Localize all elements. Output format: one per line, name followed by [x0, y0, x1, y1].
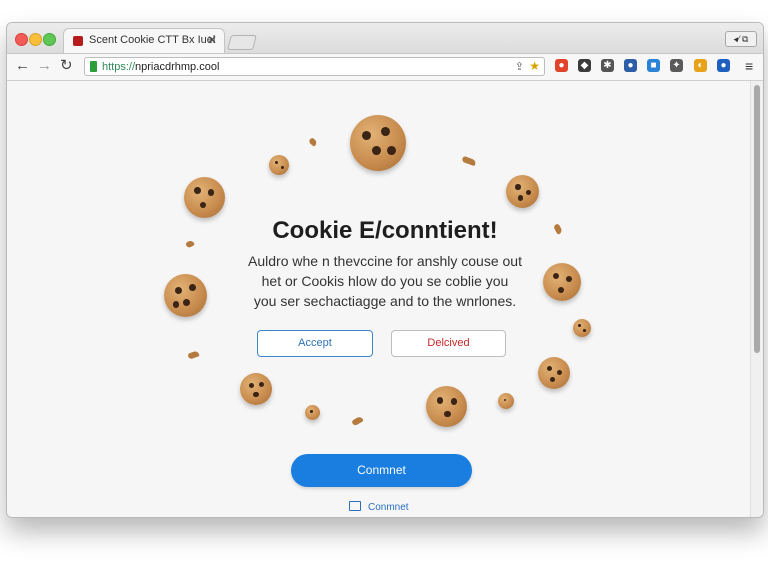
cookie-icon [240, 373, 272, 405]
close-window-button[interactable] [15, 33, 28, 46]
back-arrow-icon[interactable]: ← [15, 57, 30, 75]
reload-icon[interactable]: ↻ [60, 57, 73, 75]
blue-globe-extension-icon[interactable]: ● [624, 59, 637, 72]
cookie-icon [305, 405, 320, 420]
dialog-title: Cookie E/conntient! [272, 217, 498, 244]
cookie-icon [184, 177, 225, 218]
browser-tab[interactable]: Scent Cookie CTT Bx Iuel ✕ [63, 28, 225, 53]
description-line: you ser sechactiagge and to the wnrlones… [253, 293, 517, 309]
cookie-icon [506, 175, 539, 208]
connect-link[interactable]: Conmnet [349, 501, 409, 513]
cookie-icon [426, 386, 467, 427]
cookie-crumb [351, 415, 364, 427]
red-extension-icon[interactable]: ● [555, 59, 568, 72]
forward-arrow-icon[interactable]: → [37, 57, 52, 75]
connect-button[interactable]: Conmnet [291, 454, 472, 487]
connect-link-label: Conmnet [368, 502, 409, 513]
puzzle-extension-icon[interactable]: ✦ [670, 59, 683, 72]
cookie-icon [498, 393, 514, 409]
address-bar[interactable]: https://npriacdrhmp.cool ⇪ ★ [84, 57, 545, 76]
title-bar: Scent Cookie CTT Bx Iuel ✕ ◂⁄ ⧉ [7, 23, 763, 54]
tab-title: Scent Cookie CTT Bx Iuel [89, 34, 216, 46]
maximize-window-button[interactable] [43, 33, 56, 46]
yellow-blue-extension-icon[interactable]: ◐ [694, 59, 707, 72]
site-favicon-icon [73, 36, 83, 46]
accept-button[interactable]: Accept [257, 330, 373, 357]
cookie-icon [573, 319, 591, 337]
vertical-scrollbar[interactable] [750, 81, 763, 517]
blue-circle-extension-icon[interactable]: ● [717, 59, 730, 72]
url-host: npriacdrhmp.cool [135, 61, 220, 73]
card-icon [349, 501, 361, 511]
decline-button[interactable]: Delcived [391, 330, 506, 357]
cookie-icon [269, 155, 289, 175]
browser-menu-icon[interactable]: ≡ [745, 58, 753, 74]
minimize-window-button[interactable] [29, 33, 42, 46]
new-tab-button[interactable] [227, 35, 257, 50]
description-line: Auldro whe n thevccine for anshly couse … [248, 253, 522, 269]
translate-extension-icon[interactable]: ■ [647, 59, 660, 72]
share-icon[interactable]: ⇪ [515, 60, 524, 73]
cookie-crumb [308, 137, 318, 147]
secure-lock-icon [90, 61, 97, 72]
pin-extension-icon[interactable]: ✱ [601, 59, 614, 72]
bookmark-star-icon[interactable]: ★ [529, 59, 540, 73]
cookie-icon [350, 115, 406, 171]
address-url[interactable]: https://npriacdrhmp.cool [102, 61, 219, 73]
description-line: het or Cookis hlow do you se coblie you [261, 273, 509, 289]
cookie-icon [538, 357, 570, 389]
tab-close-icon[interactable]: ✕ [207, 33, 217, 47]
dark-shield-extension-icon[interactable]: ◆ [578, 59, 591, 72]
url-scheme: https:// [102, 61, 136, 73]
window-control-button[interactable]: ◂⁄ ⧉ [725, 31, 757, 47]
dialog-description: Auldro whe n thevccine for anshly couse … [7, 251, 763, 311]
scrollbar-thumb[interactable] [754, 85, 760, 353]
cookie-crumb [187, 350, 200, 360]
browser-toolbar: ← → ↻ https://npriacdrhmp.cool ⇪ ★ ● ◆ ✱… [7, 54, 763, 81]
cookie-crumb [461, 155, 477, 167]
browser-window: Scent Cookie CTT Bx Iuel ✕ ◂⁄ ⧉ ← → ↻ ht… [6, 22, 764, 518]
page-content: Cookie E/conntient! Auldro whe n thevcci… [7, 81, 751, 517]
